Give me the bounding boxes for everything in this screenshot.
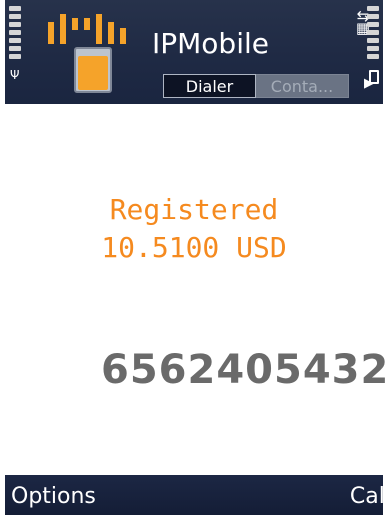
app-title: IPMobile [152,27,269,60]
signal-strength-icon [9,6,21,62]
battery-level-icon [367,6,379,62]
dialer-content: Registered 10.5100 USD 6562405432 [5,104,388,475]
tab-bar: Dialer Conta... [163,74,353,98]
tab-dialer[interactable]: Dialer [163,74,256,98]
softkey-bar: Options Call [5,475,391,515]
call-softkey[interactable]: Call [350,483,391,511]
app-logo-icon [48,8,144,98]
phone-screen: Ψ IPMobile ⇆ ▦ Dialer Conta... ▶ Register… [0,0,392,515]
antenna-icon: Ψ [10,68,20,82]
battery-icon [369,70,379,84]
dialed-number-field[interactable]: 6562405432 [101,346,389,394]
account-balance: 10.5100 USD [101,231,287,264]
registration-status: Registered [109,193,279,226]
top-status-bar: Ψ IPMobile ⇆ ▦ Dialer Conta... ▶ [5,0,383,104]
options-softkey[interactable]: Options [11,483,96,511]
right-frame [383,0,392,515]
tab-contacts[interactable]: Conta... [256,74,349,98]
